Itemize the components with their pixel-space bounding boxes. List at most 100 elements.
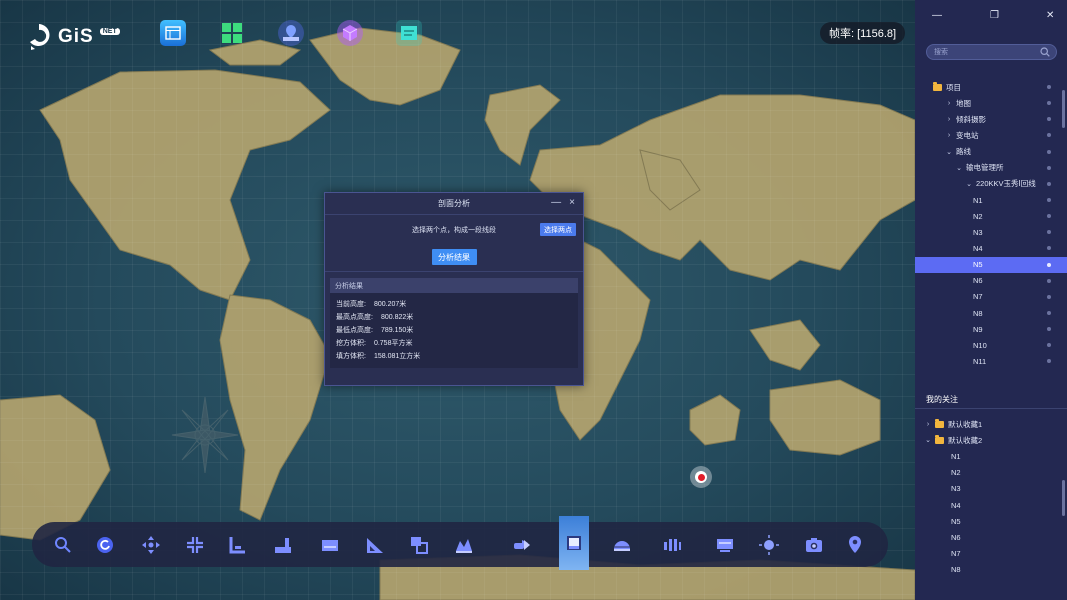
fullscreen-icon[interactable] bbox=[185, 535, 205, 555]
visibility-dot-icon[interactable] bbox=[1047, 230, 1051, 235]
refresh-icon[interactable] bbox=[95, 535, 115, 555]
visibility-dot-icon[interactable] bbox=[1047, 101, 1051, 106]
tree-folder[interactable]: › 默认收藏1 bbox=[915, 416, 1067, 432]
favorites-scrollbar[interactable] bbox=[1062, 480, 1065, 516]
height-measure-icon[interactable] bbox=[273, 535, 293, 555]
cube-3d-icon[interactable] bbox=[337, 20, 363, 46]
visibility-dot-icon[interactable] bbox=[1047, 294, 1051, 299]
layers-panel-icon[interactable] bbox=[160, 20, 186, 46]
result-value: 789.150米 bbox=[380, 326, 414, 334]
tree-item[interactable]: ⌄ 220KKV玉秀Ⅰ回线 bbox=[915, 176, 1067, 192]
chevron-right-icon[interactable]: › bbox=[945, 100, 953, 107]
monitor-icon[interactable] bbox=[715, 535, 735, 555]
tree-folder[interactable]: ⌄ 默认收藏2 bbox=[915, 432, 1067, 448]
tree-item[interactable]: N1 bbox=[915, 192, 1067, 208]
tree-item[interactable]: N4 bbox=[915, 497, 1067, 513]
select-points-button[interactable]: 选择两点 bbox=[540, 223, 576, 236]
tree-item[interactable]: N6 bbox=[915, 529, 1067, 545]
visibility-dot-icon[interactable] bbox=[1047, 149, 1051, 154]
grid-apps-icon[interactable] bbox=[219, 20, 245, 46]
tree-scrollbar[interactable] bbox=[1062, 90, 1065, 128]
minimize-icon[interactable]: — bbox=[551, 197, 561, 208]
visibility-dot-icon[interactable] bbox=[1047, 198, 1051, 203]
tree-item[interactable]: N10 bbox=[915, 337, 1067, 353]
tree-item[interactable]: N5 bbox=[915, 256, 1067, 273]
chevron-down-icon[interactable]: ⌄ bbox=[965, 180, 973, 188]
right-side-panel: — ❐ ✕ 搜索 项目 › 地图 › 倾斜摄影 › 变电站 ⌄ 路线 ⌄ 输电管理所 ⌄ 220KKV玉… bbox=[915, 0, 1067, 600]
search-input[interactable]: 搜索 bbox=[926, 44, 1057, 60]
zoom-search-icon[interactable] bbox=[53, 535, 73, 555]
tree-item[interactable]: N7 bbox=[915, 546, 1067, 562]
overlay-analysis-icon[interactable] bbox=[409, 535, 429, 555]
restore-window-icon[interactable]: ❐ bbox=[990, 10, 999, 21]
location-marker-icon[interactable] bbox=[845, 535, 865, 555]
tree-item[interactable]: N11 bbox=[915, 353, 1067, 369]
tree-item-label: 变电站 bbox=[956, 130, 979, 140]
minimize-window-icon[interactable]: — bbox=[932, 10, 942, 21]
chevron-down-icon[interactable]: ⌄ bbox=[945, 148, 953, 156]
visibility-dot-icon[interactable] bbox=[1047, 327, 1051, 332]
visibility-dot-icon[interactable] bbox=[1047, 85, 1051, 90]
location-pin-icon[interactable] bbox=[278, 20, 304, 46]
distance-measure-icon[interactable] bbox=[227, 535, 247, 555]
tree-folder[interactable]: 项目 bbox=[915, 79, 1067, 95]
tree-item-label: N2 bbox=[973, 211, 983, 221]
angle-measure-icon[interactable] bbox=[365, 535, 385, 555]
sun-light-icon[interactable] bbox=[759, 535, 779, 555]
tree-item[interactable]: ⌄ 路线 bbox=[915, 144, 1067, 160]
tree-item[interactable]: N3 bbox=[915, 481, 1067, 497]
tree-item[interactable]: N5 bbox=[915, 513, 1067, 529]
tree-item[interactable]: N2 bbox=[915, 465, 1067, 481]
tree-item[interactable]: N9 bbox=[915, 321, 1067, 337]
visibility-dot-icon[interactable] bbox=[1047, 214, 1051, 219]
tree-item[interactable]: › 地图 bbox=[915, 95, 1067, 111]
location-marker-icon[interactable] bbox=[690, 466, 712, 488]
profile-analysis-icon[interactable] bbox=[559, 516, 589, 570]
close-window-icon[interactable]: ✕ bbox=[1046, 10, 1054, 21]
pan-move-icon[interactable] bbox=[141, 535, 161, 555]
tree-item[interactable]: › 倾斜摄影 bbox=[915, 111, 1067, 127]
chevron-right-icon[interactable]: › bbox=[945, 132, 953, 139]
tree-item[interactable]: N7 bbox=[915, 289, 1067, 305]
chevron-right-icon[interactable]: › bbox=[945, 116, 953, 123]
tree-item[interactable]: N2 bbox=[915, 208, 1067, 224]
camera-screenshot-icon[interactable] bbox=[804, 535, 824, 555]
visibility-dot-icon[interactable] bbox=[1047, 278, 1051, 283]
close-icon[interactable]: × bbox=[569, 197, 575, 208]
tree-item[interactable]: N8 bbox=[915, 562, 1067, 578]
tree-item[interactable]: N1 bbox=[915, 448, 1067, 464]
tree-item[interactable]: N8 bbox=[915, 305, 1067, 321]
terrain-analysis-icon[interactable] bbox=[454, 535, 474, 555]
visibility-dot-icon[interactable] bbox=[1047, 165, 1051, 170]
visibility-dot-icon[interactable] bbox=[1047, 246, 1051, 251]
visibility-dot-icon[interactable] bbox=[1047, 343, 1051, 348]
result-label: 挖方体积: bbox=[336, 339, 366, 347]
tree-item[interactable]: N3 bbox=[915, 224, 1067, 240]
visibility-dot-icon[interactable] bbox=[1047, 133, 1051, 138]
flood-analysis-icon[interactable] bbox=[512, 535, 532, 555]
document-panel-icon[interactable] bbox=[396, 20, 422, 46]
search-icon[interactable] bbox=[1040, 47, 1050, 57]
tree-item[interactable]: N4 bbox=[915, 240, 1067, 256]
tree-item-label: N6 bbox=[951, 532, 961, 542]
tree-item[interactable]: › 变电站 bbox=[915, 127, 1067, 143]
dome-analysis-icon[interactable] bbox=[612, 535, 632, 555]
map-viewport[interactable]: GiS NET 帧率: [1156.8] 剖面分析 — × 选择两个点，构成一段… bbox=[0, 0, 915, 600]
visibility-dot-icon[interactable] bbox=[1047, 311, 1051, 316]
visibility-dot-icon[interactable] bbox=[1047, 359, 1051, 364]
area-measure-icon[interactable] bbox=[320, 535, 340, 555]
chevron-down-icon[interactable]: ⌄ bbox=[955, 164, 963, 172]
tree-item[interactable]: ⌄ 输电管理所 bbox=[915, 160, 1067, 176]
visibility-dot-icon[interactable] bbox=[1047, 262, 1051, 267]
buffer-analysis-icon[interactable] bbox=[662, 535, 682, 555]
visibility-dot-icon[interactable] bbox=[1047, 181, 1051, 186]
bottom-toolbar bbox=[32, 516, 888, 570]
result-value: 800.822米 bbox=[380, 313, 414, 321]
tree-item-label: N3 bbox=[973, 227, 983, 237]
chevron-down-icon[interactable]: ⌄ bbox=[924, 436, 932, 444]
analysis-result-button[interactable]: 分析结果 bbox=[431, 249, 477, 265]
tree-item[interactable]: N6 bbox=[915, 273, 1067, 289]
logo-badge: NET bbox=[99, 27, 120, 35]
chevron-right-icon[interactable]: › bbox=[924, 421, 932, 428]
visibility-dot-icon[interactable] bbox=[1047, 117, 1051, 122]
